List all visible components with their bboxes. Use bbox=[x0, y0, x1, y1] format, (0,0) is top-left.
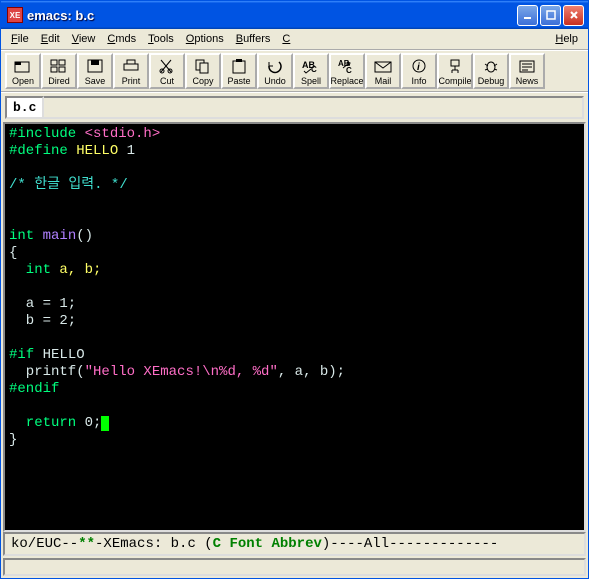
dired-button[interactable]: Dired bbox=[41, 53, 77, 89]
modified-indicator: ** bbox=[78, 536, 95, 552]
menu-file[interactable]: File bbox=[5, 31, 35, 47]
open-button[interactable]: Open bbox=[5, 53, 41, 89]
toolbtn-label: Paste bbox=[227, 76, 250, 86]
titlebar[interactable]: XE emacs: b.c bbox=[1, 1, 588, 29]
spell-icon: ABC bbox=[301, 57, 321, 75]
toolbtn-label: Dired bbox=[48, 76, 70, 86]
paste-icon bbox=[229, 57, 249, 75]
cut-button[interactable]: Cut bbox=[149, 53, 185, 89]
replace-icon: ABC bbox=[337, 57, 357, 75]
fn-name: main bbox=[43, 228, 77, 244]
editor-area[interactable]: #include <stdio.h> #define HELLO 1 /* 한글… bbox=[3, 122, 586, 532]
type-kw: int bbox=[9, 262, 59, 278]
toolbtn-label: Replace bbox=[330, 76, 363, 86]
text-cursor bbox=[101, 416, 109, 431]
comment: /* 한글 입력. */ bbox=[9, 177, 128, 193]
save-button[interactable]: Save bbox=[77, 53, 113, 89]
compile-button[interactable]: Compile bbox=[437, 53, 473, 89]
info-icon: i bbox=[409, 57, 429, 75]
menu-c[interactable]: C bbox=[276, 31, 296, 47]
toolbtn-label: Print bbox=[122, 76, 141, 86]
mail-button[interactable]: Mail bbox=[365, 53, 401, 89]
preproc: #include bbox=[9, 126, 85, 142]
menu-cmds[interactable]: Cmds bbox=[101, 31, 142, 47]
spell-button[interactable]: ABCSpell bbox=[293, 53, 329, 89]
string-literal: "Hello XEmacs!\n%d, %d" bbox=[85, 364, 278, 380]
menu-tools[interactable]: Tools bbox=[142, 31, 180, 47]
toolbtn-label: Compile bbox=[439, 76, 472, 86]
toolbtn-label: Undo bbox=[264, 76, 286, 86]
print-button[interactable]: Print bbox=[113, 53, 149, 89]
type-kw: int bbox=[9, 228, 43, 244]
copy-button[interactable]: Copy bbox=[185, 53, 221, 89]
menu-buffers[interactable]: Buffers bbox=[230, 31, 277, 47]
toolbtn-label: Save bbox=[85, 76, 106, 86]
toolbtn-label: Info bbox=[411, 76, 426, 86]
app-icon: XE bbox=[7, 7, 23, 23]
svg-text:C: C bbox=[311, 65, 317, 74]
open-icon bbox=[13, 57, 33, 75]
window-controls bbox=[517, 5, 588, 26]
svg-text:i: i bbox=[417, 62, 420, 73]
dired-icon bbox=[49, 57, 69, 75]
debug-button[interactable]: Debug bbox=[473, 53, 509, 89]
print-icon bbox=[121, 57, 141, 75]
menu-edit[interactable]: Edit bbox=[35, 31, 66, 47]
svg-text:C: C bbox=[346, 66, 352, 74]
header-name: <stdio.h> bbox=[85, 126, 161, 142]
menu-help[interactable]: Help bbox=[549, 31, 584, 47]
toolbtn-label: Debug bbox=[478, 76, 505, 86]
undo-icon bbox=[265, 57, 285, 75]
minibuffer[interactable] bbox=[3, 558, 586, 576]
menu-options[interactable]: Options bbox=[180, 31, 230, 47]
close-button[interactable] bbox=[563, 5, 584, 26]
info-button[interactable]: i Info bbox=[401, 53, 437, 89]
toolbtn-label: News bbox=[516, 76, 539, 86]
buffer-tab-line: b.c bbox=[1, 93, 588, 122]
copy-icon bbox=[193, 57, 213, 75]
toolbtn-label: Cut bbox=[160, 76, 174, 86]
keyword: return bbox=[9, 415, 85, 431]
preproc: #endif bbox=[9, 381, 59, 397]
preproc: #if bbox=[9, 347, 43, 363]
toolbtn-label: Open bbox=[12, 76, 34, 86]
menubar: File Edit View Cmds Tools Options Buffer… bbox=[1, 29, 588, 51]
mode-name: C Font Abbrev bbox=[213, 536, 322, 552]
cut-icon bbox=[157, 57, 177, 75]
paste-button[interactable]: Paste bbox=[221, 53, 257, 89]
undo-button[interactable]: Undo bbox=[257, 53, 293, 89]
news-icon bbox=[517, 57, 537, 75]
preproc: #define bbox=[9, 143, 76, 159]
buffer-tab[interactable]: b.c bbox=[5, 96, 44, 119]
window: XE emacs: b.c File Edit View Cmds Tools … bbox=[0, 0, 589, 579]
debug-icon bbox=[481, 57, 501, 75]
replace-button[interactable]: ABCReplace bbox=[329, 53, 365, 89]
save-icon bbox=[85, 57, 105, 75]
news-button[interactable]: News bbox=[509, 53, 545, 89]
window-title: emacs: b.c bbox=[27, 8, 517, 23]
toolbtn-label: Mail bbox=[375, 76, 392, 86]
menu-view[interactable]: View bbox=[66, 31, 102, 47]
toolbar: OpenDiredSavePrintCutCopyPasteUndoABCSpe… bbox=[1, 51, 588, 93]
modeline: ko/EUC--**-XEmacs: b.c (C Font Abbrev)--… bbox=[3, 532, 586, 556]
minimize-button[interactable] bbox=[517, 5, 538, 26]
toolbtn-label: Spell bbox=[301, 76, 321, 86]
macro-name: HELLO bbox=[76, 143, 118, 159]
mail-icon bbox=[373, 57, 393, 75]
toolbtn-label: Copy bbox=[192, 76, 213, 86]
maximize-button[interactable] bbox=[540, 5, 561, 26]
var-name: a, b; bbox=[59, 262, 101, 278]
compile-icon bbox=[445, 57, 465, 75]
